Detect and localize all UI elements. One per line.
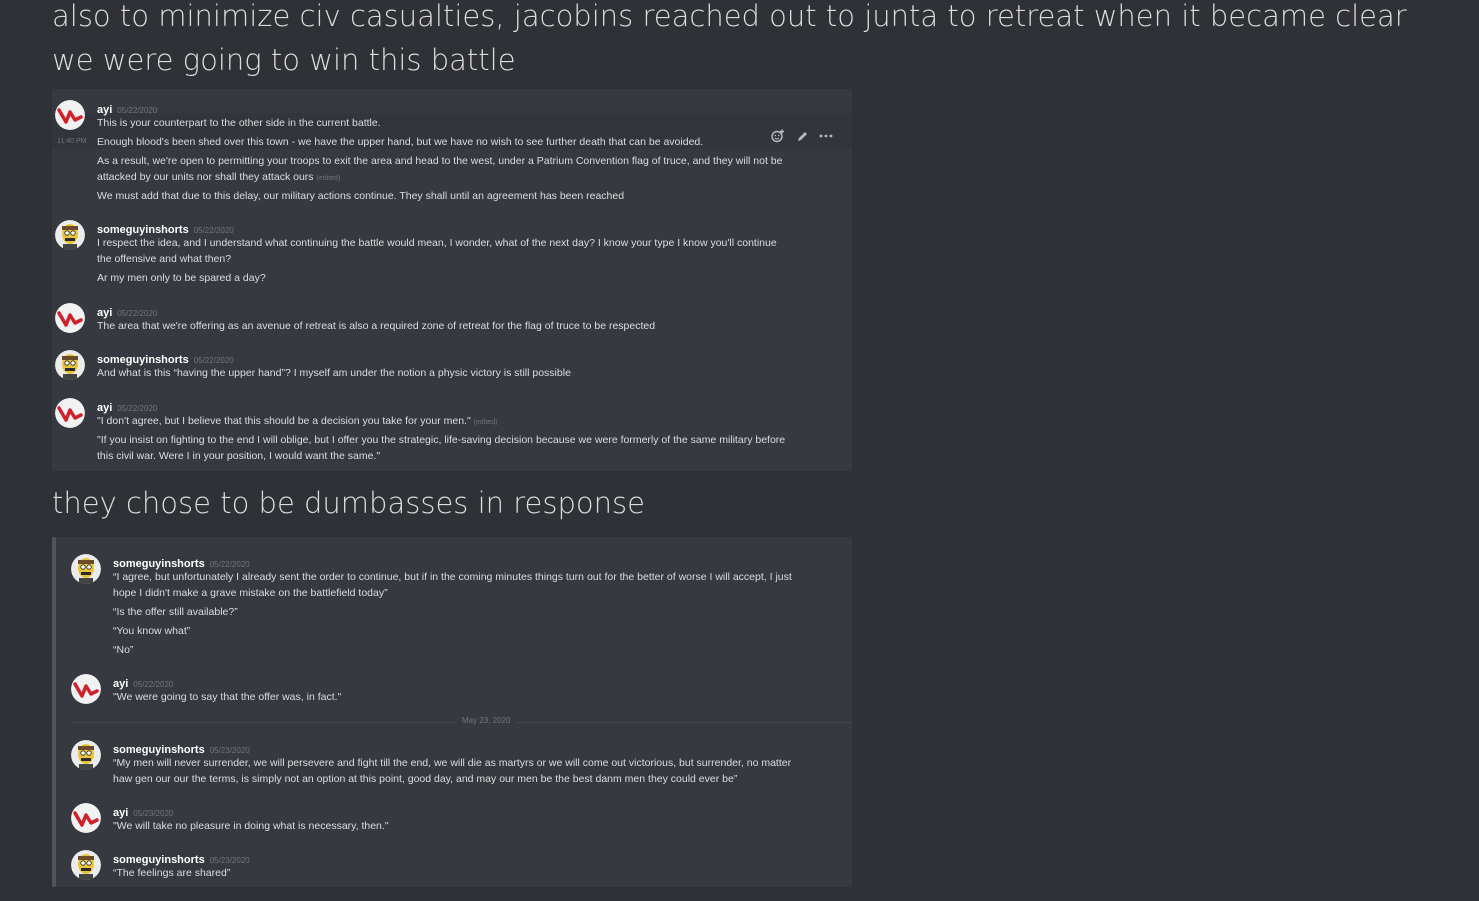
message-text: The area that we're offering as an avenu… — [97, 320, 656, 332]
date-divider-label: May 23, 2020 — [456, 716, 517, 725]
more-icon[interactable] — [818, 128, 834, 144]
message-text: This is your counterpart to the other si… — [97, 117, 381, 129]
timestamp: 05/23/2020 — [133, 809, 174, 818]
message-text: Enough blood's been shed over this town … — [97, 136, 704, 148]
avatar-ayi[interactable] — [55, 303, 85, 333]
timestamp: 05/22/2020 — [193, 356, 234, 365]
message-text: haw gen our our the terms, is simply not… — [113, 773, 738, 785]
message-actions-toolbar — [770, 128, 834, 144]
message-text: I respect the idea, and I understand wha… — [97, 237, 777, 249]
timestamp: 05/22/2020 — [117, 404, 158, 413]
timestamp: 05/22/2020 — [193, 226, 234, 235]
message-text: "If you insist on fighting to the end I … — [97, 434, 786, 446]
timestamp: 05/22/2020 — [209, 560, 250, 569]
edited-tag: (edited) — [316, 175, 341, 182]
avatar-someguyinshorts[interactable] — [71, 740, 101, 770]
message-text: “The feelings are shared” — [113, 867, 231, 879]
timestamp: 05/22/2020 — [117, 309, 158, 318]
post-heading-1: also to minimize civ casualties, jacobin… — [52, 0, 1407, 77]
message-text: “No” — [113, 644, 134, 656]
message-text: the offensive and what then? — [97, 253, 232, 265]
message-text: “Is the offer still available?” — [113, 606, 238, 618]
message-text-line: "I don't agree, but I believe that this … — [97, 413, 837, 431]
avatar-someguyinshorts[interactable] — [71, 850, 101, 880]
message-text: "I don't agree, but I believe that this … — [97, 415, 471, 427]
chat-screenshot-2: someguyinshorts 05/22/2020 “I agree, but … — [52, 537, 852, 887]
timestamp: 05/22/2020 — [133, 680, 174, 689]
add-reaction-icon[interactable] — [770, 128, 786, 144]
avatar-someguyinshorts[interactable] — [55, 220, 85, 250]
avatar-someguyinshorts[interactable] — [71, 554, 101, 584]
avatar-someguyinshorts[interactable] — [55, 350, 85, 380]
avatar-ayi[interactable] — [55, 100, 85, 130]
message-text: "We were going to say that the offer was… — [113, 691, 342, 703]
message-text: "We will take no pleasure in doing what … — [113, 820, 389, 832]
timestamp: 05/23/2020 — [209, 856, 250, 865]
timestamp: 05/22/2020 — [117, 106, 158, 115]
date-divider: May 23, 2020 — [72, 716, 852, 725]
message-text-continued: attacked by our units nor shall they att… — [97, 169, 837, 187]
message-text: this civil war. Were I in your position,… — [97, 450, 381, 462]
message-text: As a result, we're open to permitting yo… — [97, 155, 783, 167]
message-text: Ar my men only to be spared a day? — [97, 272, 266, 284]
avatar-ayi[interactable] — [55, 398, 85, 428]
message-text: hope I didn't make a grave mistake on th… — [113, 587, 388, 599]
message-text: “You know what” — [113, 625, 191, 637]
edited-tag: (edited) — [473, 419, 498, 426]
message-text: attacked by our units nor shall they att… — [97, 171, 314, 183]
avatar-ayi[interactable] — [71, 803, 101, 833]
pencil-icon[interactable] — [794, 128, 810, 144]
avatar-ayi[interactable] — [71, 674, 101, 704]
quote-bar — [52, 537, 56, 887]
post-heading-2: they chose to be dumbasses in response — [52, 486, 645, 520]
side-timestamp: 11:40 PM — [57, 138, 87, 145]
timestamp: 05/23/2020 — [209, 746, 250, 755]
message-text: “I agree, but unfortunately I already se… — [113, 571, 792, 583]
message-text: We must add that due to this delay, our … — [97, 190, 625, 202]
message-text: “My men will never surrender, we will pe… — [113, 757, 792, 769]
message-text: And what is this “having the upper hand”… — [97, 367, 571, 379]
chat-screenshot-1: ayi 05/22/2020 This is your counterpart t… — [52, 89, 852, 471]
